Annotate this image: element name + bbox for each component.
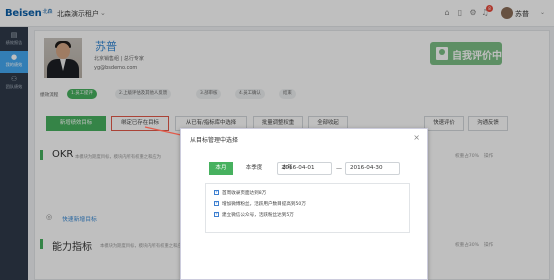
tab-this-month[interactable]: 本月 bbox=[209, 162, 233, 175]
list-item[interactable]: 建立微信公众号，活跃粉丝达到5万 bbox=[214, 211, 294, 218]
dialog-title: 从目标管理中选择 bbox=[190, 137, 239, 144]
date-range-separator: — bbox=[336, 165, 342, 172]
list-item[interactable]: 增加微博粉丝，活跃用户数目提高到50万 bbox=[214, 200, 306, 207]
list-item-label: 建立微信公众号，活跃粉丝达到5万 bbox=[222, 213, 294, 218]
list-item-label: 首周收录页面达到8万 bbox=[222, 191, 267, 196]
tab-this-quarter[interactable]: 本季度 bbox=[239, 162, 269, 175]
end-date-field[interactable]: 2016-04-30 bbox=[345, 162, 400, 175]
checkbox[interactable] bbox=[214, 211, 219, 217]
list-item[interactable]: 首周收录页面达到8万 bbox=[214, 189, 267, 196]
checkbox[interactable] bbox=[214, 189, 219, 195]
checkbox[interactable] bbox=[214, 200, 219, 206]
goal-list: 首周收录页面达到8万 增加微博粉丝，活跃用户数目提高到50万 建立微信公众号，活… bbox=[205, 183, 410, 233]
select-goal-dialog: 从目标管理中选择 × 本月 本季度 本年 2016-04-01 — 2016-0… bbox=[180, 128, 428, 280]
start-date-field[interactable]: 2016-04-01 bbox=[277, 162, 332, 175]
list-item-label: 增加微博粉丝，活跃用户数目提高到50万 bbox=[222, 202, 306, 207]
close-icon[interactable]: × bbox=[413, 133, 420, 142]
